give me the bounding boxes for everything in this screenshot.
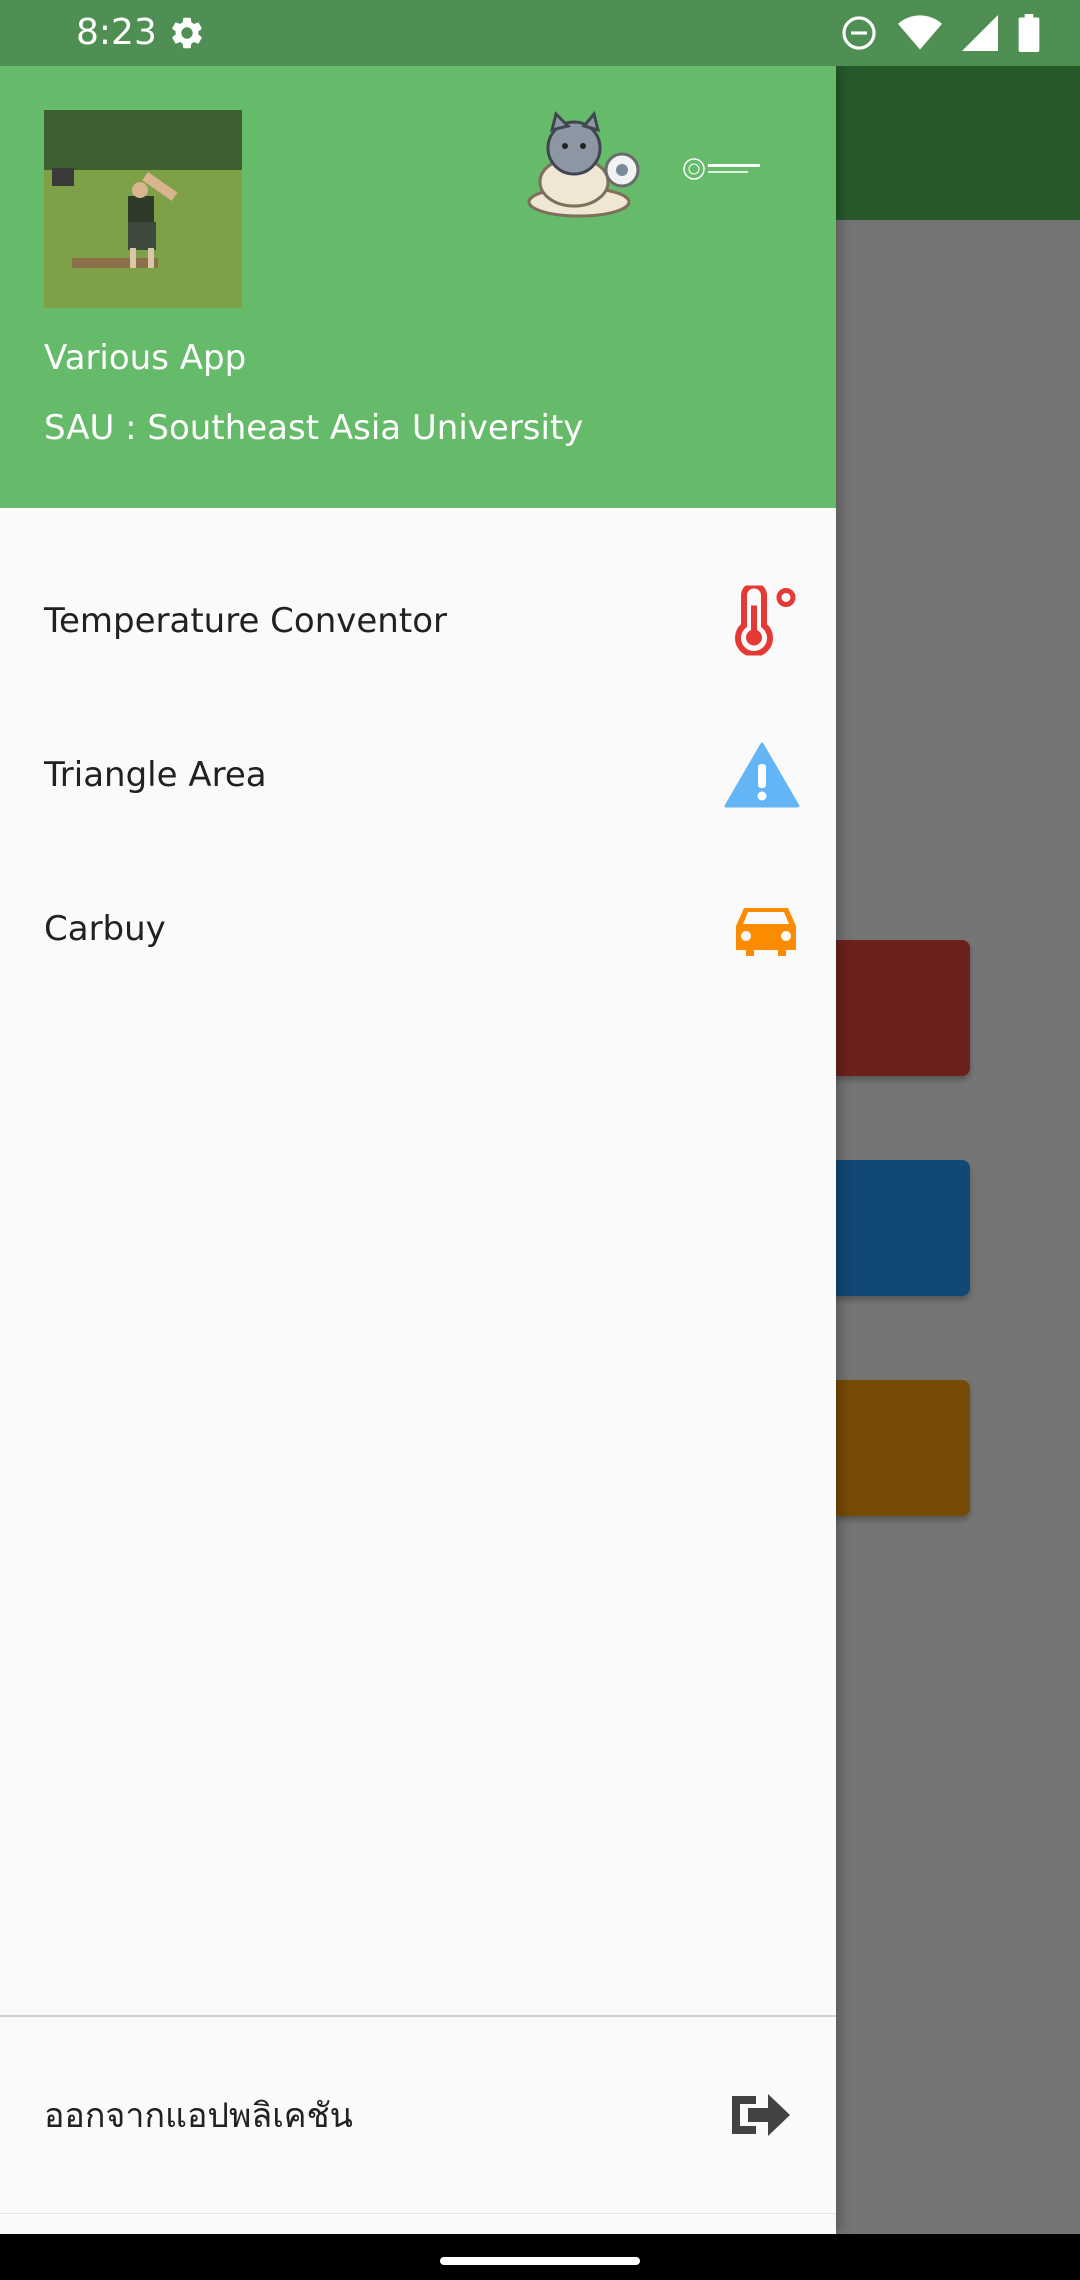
university-logo: [683, 158, 760, 180]
drawer-menu: Temperature Conventor Triangle Area Carb…: [0, 508, 836, 1006]
menu-item-label: Triangle Area: [44, 755, 267, 795]
menu-item-label: Carbuy: [44, 909, 166, 949]
drawer-title: Various App: [44, 338, 247, 378]
wifi-icon: [898, 15, 942, 50]
do-not-disturb-icon: [842, 16, 876, 50]
status-bar: 8:23: [0, 0, 1080, 66]
menu-item-carbuy[interactable]: Carbuy: [0, 852, 836, 1006]
navigation-drawer: Various App SAU : Southeast Asia Univers…: [0, 66, 836, 2234]
home-gesture-handle[interactable]: [440, 2257, 640, 2265]
profile-photo-icon: [44, 110, 242, 308]
drawer-bottom-divider: [0, 2213, 836, 2214]
menu-item-triangle-area[interactable]: Triangle Area: [0, 698, 836, 852]
logout-label: ออกจากแอปพลิเคชัน: [44, 2096, 353, 2136]
avatar: [44, 110, 242, 308]
warning-triangle-icon: [724, 742, 800, 808]
system-navigation-bar: [0, 2234, 1080, 2280]
drawer-subtitle: SAU : Southeast Asia University: [44, 408, 584, 448]
battery-icon: [1018, 14, 1040, 52]
settings-icon: [172, 17, 202, 49]
car-icon: [736, 908, 796, 956]
menu-item-label: Temperature Conventor: [44, 601, 447, 641]
exit-icon: [732, 2094, 790, 2136]
signal-icon: [962, 15, 998, 51]
drawer-header: Various App SAU : Southeast Asia Univers…: [0, 66, 836, 508]
status-time: 8:23: [76, 12, 157, 53]
cat-mascot-logo: [527, 110, 640, 218]
menu-item-temperature-conventor[interactable]: Temperature Conventor: [0, 508, 836, 698]
logout-button[interactable]: ออกจากแอปพลิเคชัน: [0, 2017, 836, 2213]
thermometer-icon: [735, 585, 796, 656]
